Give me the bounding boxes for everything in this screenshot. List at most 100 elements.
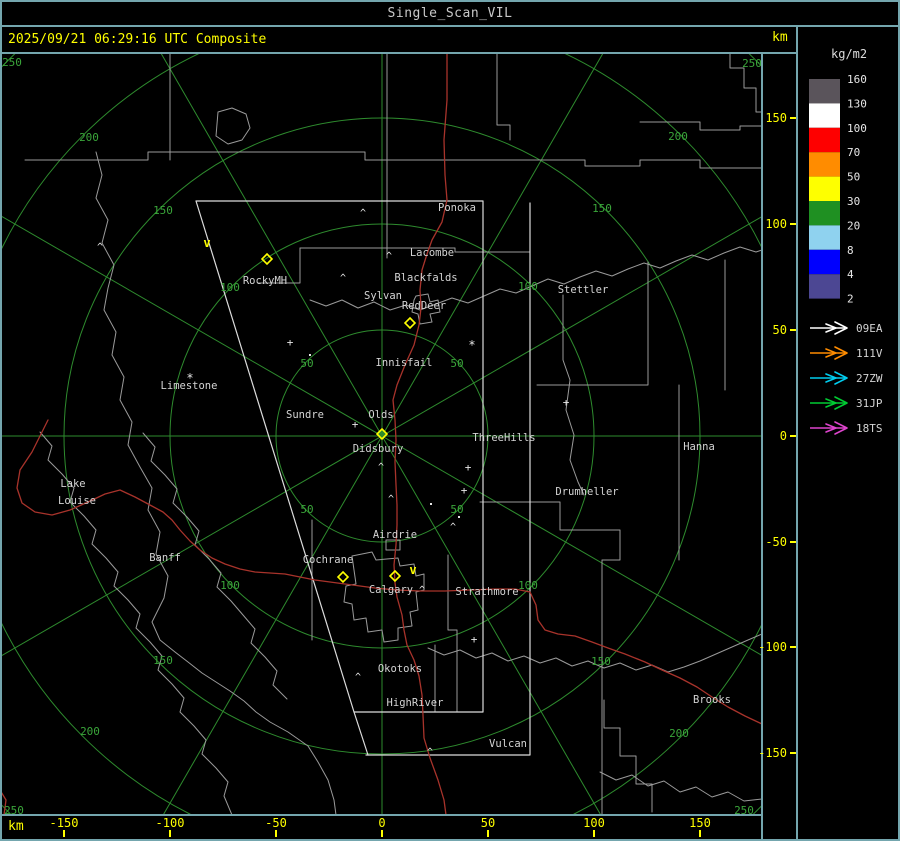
color-scale-value: 20 [847,219,860,232]
right-axis-unit-label: km [772,30,788,45]
caret-marker-icon: ^ [427,747,433,758]
ring-distance-label: 150 [592,202,612,215]
ring-distance-label: 50 [300,357,313,370]
color-scale-bin [809,201,840,226]
ring-distance-label: 100 [220,281,240,294]
color-scale-bin [809,103,840,128]
ring-distance-label: 100 [220,579,240,592]
ring-distance-label: 50 [300,503,313,516]
ring-distance-label: 150 [153,654,173,667]
ring-distance-label: 250 [2,56,22,69]
color-scale-value: 30 [847,195,860,208]
city-label: Calgary [369,584,413,596]
plus-marker-icon: + [563,396,570,409]
ring-distance-label: 100 [518,280,538,293]
city-label: Drumheller [555,486,618,498]
bottom-axis-tick-label: 50 [481,816,495,830]
bottom-axis-tick-label: 0 [378,816,385,830]
site-id-label: 09EA [856,322,883,335]
color-scale-value: 4 [847,268,854,281]
ring-distance-label: 50 [450,357,463,370]
caret-marker-icon: ^ [97,242,103,253]
city-label: Brooks [693,694,731,706]
color-scale-bin [809,249,840,275]
ring-distance-label: 150 [153,204,173,217]
plus-marker-icon: + [461,484,468,497]
right-axis-tick-label: 100 [765,217,787,231]
caret-marker-icon: ^ [360,208,366,219]
color-scale-value: 70 [847,146,860,159]
city-label: Banff [149,552,181,564]
caret-marker-icon: ^ [388,494,394,505]
right-axis-tick-label: -50 [765,535,787,549]
timestamp: 2025/09/21 06:29:16 UTC Composite [8,32,267,47]
city-label: Vulcan [489,738,527,750]
site-id-label: 27ZW [856,372,883,385]
legend-unit-label: kg/m2 [831,47,868,61]
site-id-label: 31JP [856,397,883,410]
city-label: Cochrane [303,554,354,566]
bottom-axis-unit-label: km [8,819,24,834]
ring-distance-label: 200 [669,727,689,740]
ring-distance-label: 50 [450,503,463,516]
ring-distance-label: 200 [79,131,99,144]
city-label: Lacombe [410,247,454,259]
color-scale-value: 100 [847,122,867,135]
caret-marker-icon: ^ [419,585,425,596]
radar-display: 50 5050 50100 100100 100150 150150 150200 20020… [0,0,900,841]
city-label: Strathmore [455,586,518,598]
city-label: Lake [60,478,85,490]
city-label: RedDeer [402,300,446,312]
color-scale-bin [809,152,840,177]
right-axis-tick-label: 50 [773,323,787,337]
plus-marker-icon: + [465,461,472,474]
page-title: Single_Scan_VIL [387,5,513,21]
color-scale-bin [809,79,840,104]
city-label: Ponoka [438,202,476,214]
city-label: ThreeHills [472,432,535,444]
bottom-axis-tick-label: -100 [156,816,185,830]
plus-marker-icon: + [287,336,294,349]
city-label: HighRiver [387,697,444,709]
color-scale-value: 2 [847,293,854,306]
bottom-axis-tick-label: -150 [50,816,79,830]
plus-marker-icon: + [471,633,478,646]
caret-marker-icon: ^ [450,522,456,533]
city-label: Innisfail [376,357,433,369]
dot-marker-icon [458,516,460,518]
info-bar: 2025/09/21 06:29:16 UTC Composite [0,27,900,52]
ring-distance-label: 150 [591,655,611,668]
plus-marker-icon: + [352,418,359,431]
city-label: Louise [58,495,96,507]
dot-marker-icon [309,354,311,356]
caret-marker-icon: ^ [355,672,361,683]
bottom-axis-tick-label: 100 [583,816,605,830]
caret-marker-icon: ^ [386,251,392,262]
asterisk-marker-icon: * [186,371,193,385]
city-label: Sundre [286,409,324,421]
color-scale-bin [809,274,840,299]
color-scale-value: 130 [847,97,867,110]
caret-marker-icon: ^ [378,462,384,473]
color-scale-bin [809,176,840,201]
ring-distance-label: 200 [668,130,688,143]
right-axis-tick-label: -150 [758,746,787,760]
color-scale-value: 160 [847,73,867,86]
site-id-label: 111V [856,347,883,360]
site-id-label: 18TS [856,422,883,435]
color-scale-bin [809,127,840,153]
background [0,0,900,841]
color-scale-value: 50 [847,171,860,184]
right-axis-tick-label: 0 [780,429,787,443]
ring-distance-label: 250 [742,57,762,70]
color-scale-bin [809,225,840,250]
city-label: Okotoks [378,663,422,675]
right-axis-tick-label: 150 [765,111,787,125]
city-label: Sylvan [364,290,402,302]
asterisk-marker-icon: * [468,338,475,352]
city-label: Didsbury [353,443,404,455]
bottom-axis-tick-label: -50 [265,816,287,830]
city-label: Hanna [683,441,715,453]
city-label: RockyMH [243,275,287,287]
color-scale-value: 8 [847,244,854,257]
